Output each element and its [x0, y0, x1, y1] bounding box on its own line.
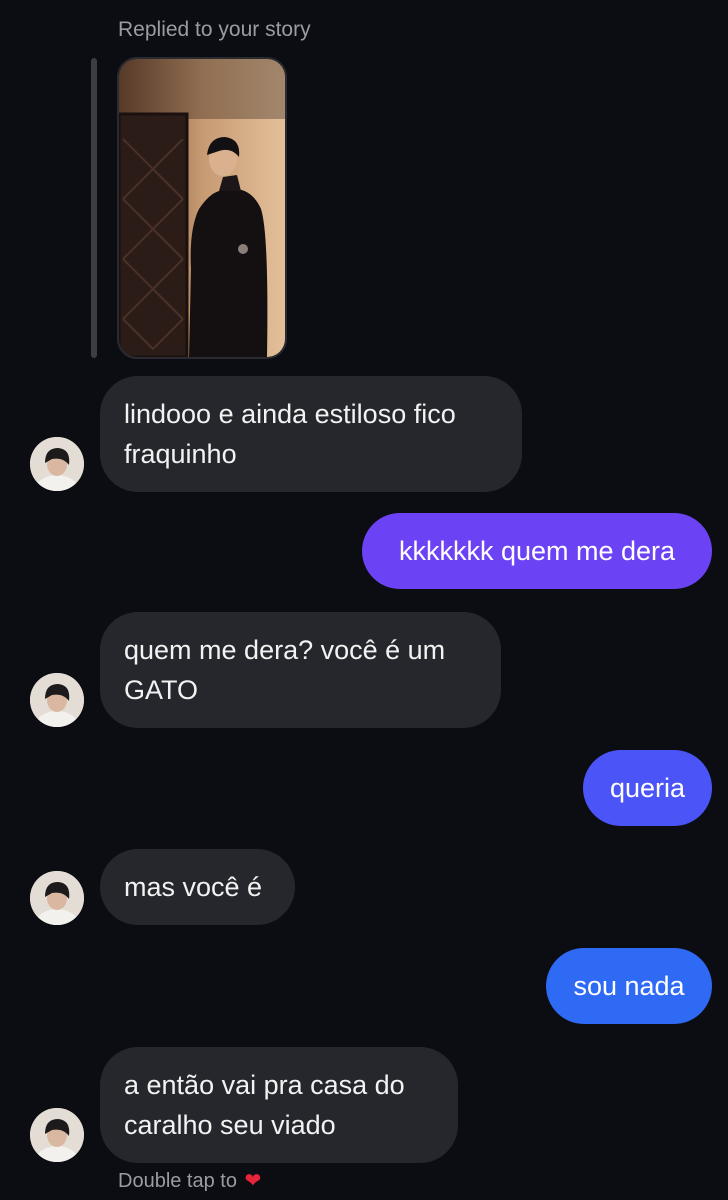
message-bubble-outgoing[interactable]: queria: [583, 750, 712, 826]
avatar-image: [30, 1108, 84, 1162]
double-tap-hint: Double tap to ❤: [118, 1168, 261, 1193]
double-tap-label: Double tap to: [118, 1170, 237, 1192]
message-bubble-outgoing[interactable]: sou nada: [546, 948, 712, 1024]
heart-icon: ❤: [244, 1170, 262, 1192]
reply-indicator-bar: [91, 58, 97, 358]
story-image: [119, 59, 285, 357]
contact-avatar[interactable]: [30, 1108, 84, 1162]
message-bubble-incoming[interactable]: lindooo e ainda estiloso fico fraquinho: [100, 376, 522, 492]
contact-avatar[interactable]: [30, 673, 84, 727]
avatar-image: [30, 673, 84, 727]
message-bubble-incoming[interactable]: a então vai pra casa do caralho seu viad…: [100, 1047, 458, 1163]
contact-avatar[interactable]: [30, 437, 84, 491]
message-bubble-incoming[interactable]: quem me dera? você é um GATO: [100, 612, 501, 728]
message-bubble-outgoing[interactable]: kkkkkkk quem me dera: [362, 513, 712, 589]
avatar-image: [30, 437, 84, 491]
story-thumbnail[interactable]: [117, 57, 287, 359]
avatar-image: [30, 871, 84, 925]
message-bubble-incoming[interactable]: mas você é: [100, 849, 295, 925]
contact-avatar[interactable]: [30, 871, 84, 925]
replied-to-story-label: Replied to your story: [118, 18, 311, 41]
